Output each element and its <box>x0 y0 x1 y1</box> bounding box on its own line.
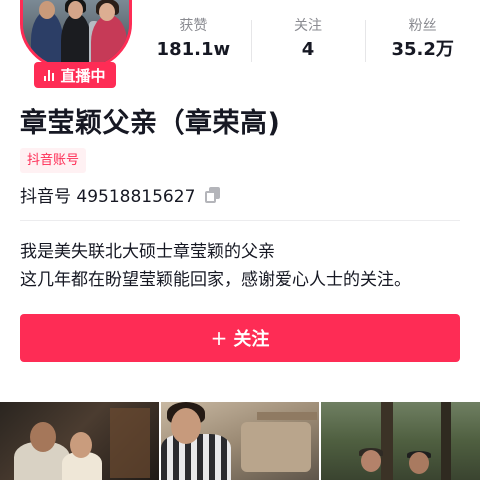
live-bars-icon <box>44 69 55 81</box>
profile-bio: 我是美失联北大硕士章莹颖的父亲 这几年都在盼望莹颖能回家，感谢爱心人士的关注。 <box>20 238 460 294</box>
stat-value: 35.2万 <box>391 39 454 60</box>
video-thumbnail[interactable] <box>160 402 320 480</box>
follow-label: 关注 <box>233 329 270 350</box>
live-label: 直播中 <box>60 66 106 85</box>
stat-likes[interactable]: 获赞 181.1w <box>136 16 251 66</box>
live-badge[interactable]: 直播中 <box>34 62 116 88</box>
stat-value: 181.1w <box>156 39 231 60</box>
plus-icon: + <box>210 326 228 350</box>
stat-value: 4 <box>301 39 315 60</box>
video-grid <box>0 402 480 480</box>
follow-button[interactable]: + 关注 <box>20 314 460 362</box>
douyin-id: 抖音号 49518815627 <box>20 187 196 207</box>
section-gap <box>0 384 480 402</box>
stat-following[interactable]: 关注 4 <box>250 16 366 66</box>
bio-line: 这几年都在盼望莹颖能回家，感谢爱心人士的关注。 <box>20 270 411 290</box>
account-tag: 抖音账号 <box>20 148 87 173</box>
profile-name: 章莹颖父亲（章荣高) <box>20 108 281 139</box>
stat-followers[interactable]: 粉丝 35.2万 <box>365 16 480 66</box>
stat-label: 获赞 <box>179 18 208 34</box>
copy-icon[interactable] <box>205 186 221 203</box>
douyin-id-row: 抖音号 49518815627 <box>20 182 221 207</box>
profile-stats: 获赞 181.1w 关注 4 粉丝 35.2万 <box>136 16 480 66</box>
divider <box>20 220 460 221</box>
stat-label: 关注 <box>294 18 322 34</box>
video-thumbnail[interactable] <box>321 402 480 480</box>
video-thumbnail[interactable] <box>0 402 159 480</box>
bio-line: 我是美失联北大硕士章莹颖的父亲 <box>20 242 275 262</box>
stat-label: 粉丝 <box>408 18 437 34</box>
